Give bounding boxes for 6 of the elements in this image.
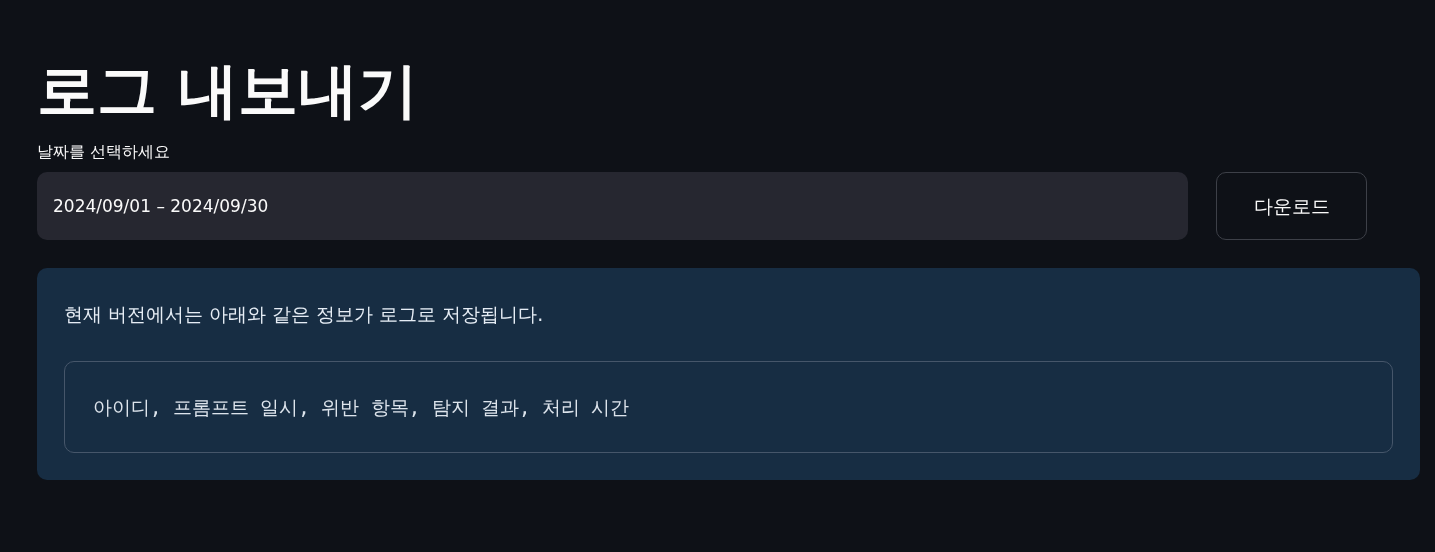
code-text: 아이디, 프롬프트 일시, 위반 항목, 탐지 결과, 처리 시간: [93, 394, 630, 420]
download-button[interactable]: 다운로드: [1216, 172, 1367, 240]
info-message: 현재 버전에서는 아래와 같은 정보가 로그로 저장됩니다.: [64, 302, 544, 327]
date-range-field[interactable]: 2024/09/01 – 2024/09/30: [37, 172, 1188, 240]
page-title: 로그 내보내기: [37, 54, 418, 127]
field-label: 날짜를 선택하세요: [37, 142, 171, 162]
